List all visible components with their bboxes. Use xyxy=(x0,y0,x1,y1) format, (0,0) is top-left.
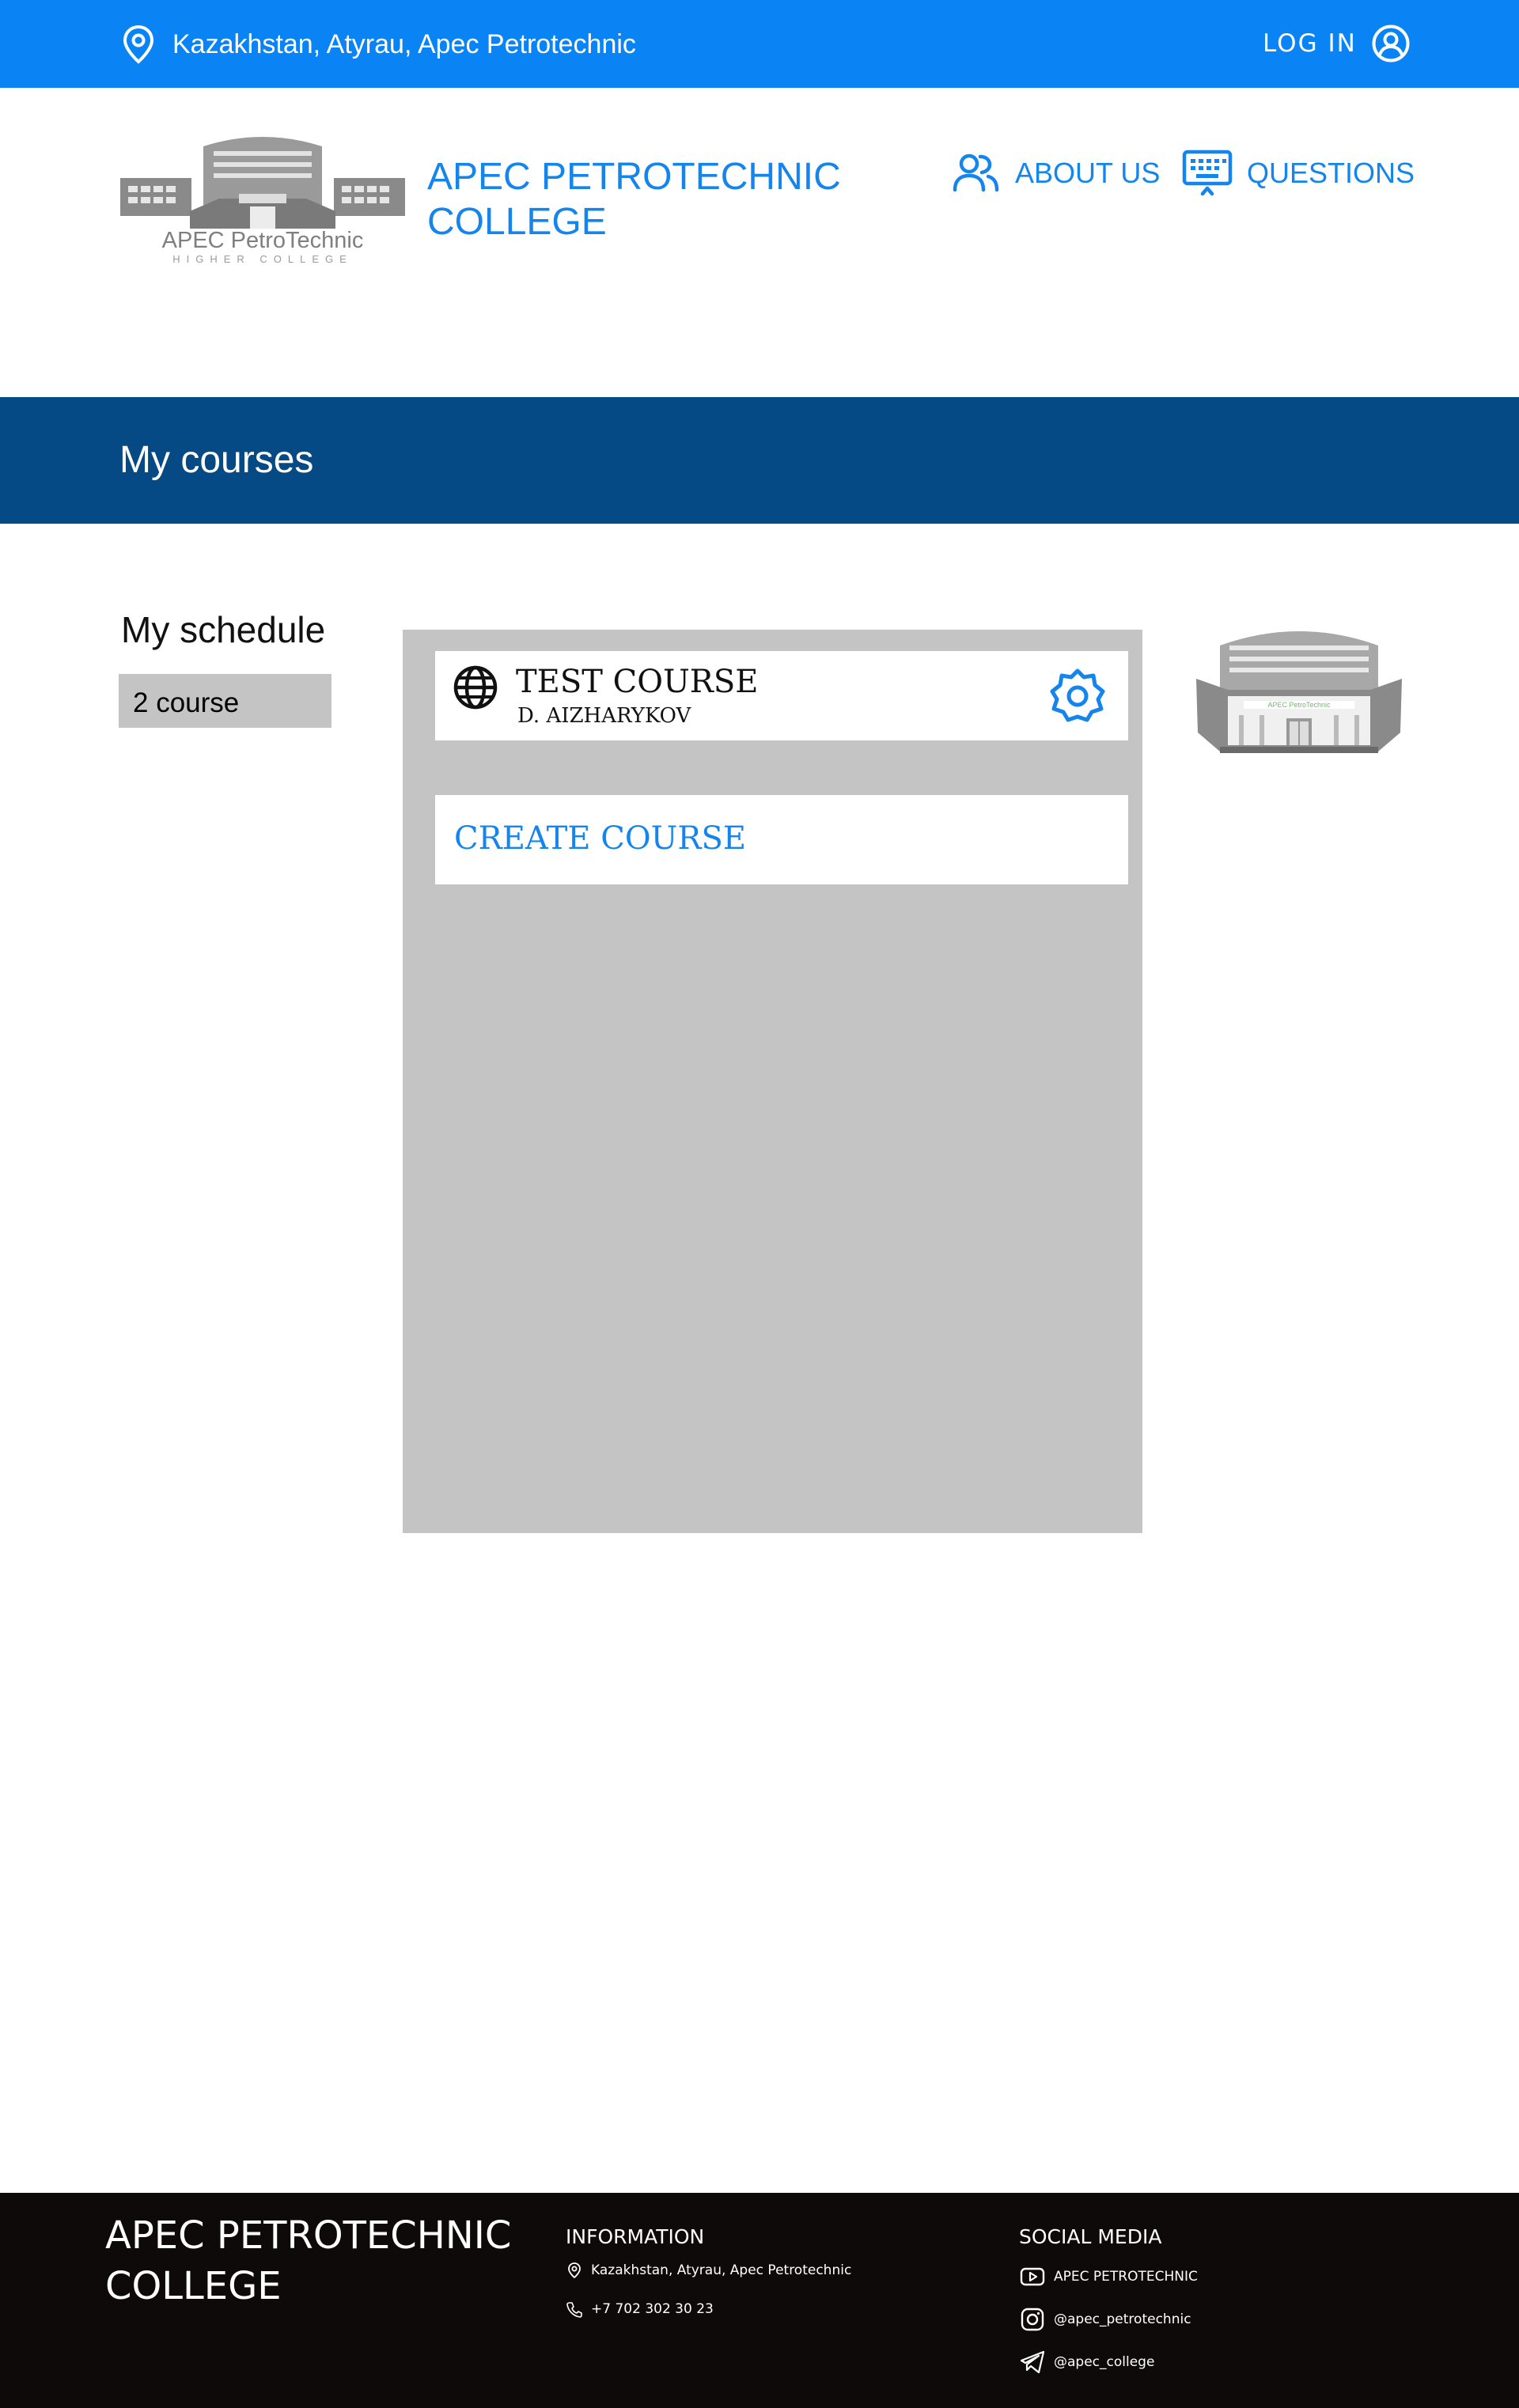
footer-title: APEC PETROTECHNIC COLLEGE xyxy=(105,2210,548,2311)
user-circle-icon xyxy=(1372,25,1410,62)
telegram-icon xyxy=(1020,2350,1045,2374)
social-youtube-label: APEC PETROTECHNIC xyxy=(1054,2269,1198,2285)
social-telegram-label: @apec_college xyxy=(1054,2354,1155,2370)
create-course-label: CREATE COURSE xyxy=(454,820,747,857)
footer-info-heading: INFORMATION xyxy=(566,2225,705,2248)
social-instagram-label: @apec_petrotechnic xyxy=(1054,2311,1191,2327)
schedule-title: My schedule xyxy=(121,609,326,650)
course-title: TEST COURSE xyxy=(516,664,759,700)
course-teacher: D. AIZHARYKOV xyxy=(517,704,691,728)
youtube-icon xyxy=(1020,2267,1045,2286)
logo-subtext: HIGHER COLLEGE xyxy=(172,253,353,265)
users-icon xyxy=(953,153,999,192)
phone-icon xyxy=(566,2302,582,2318)
login-label: LOG IN xyxy=(1263,29,1357,58)
footer-phone-text: +7 702 302 30 23 xyxy=(591,2301,714,2317)
social-instagram-link[interactable]: @apec_petrotechnic xyxy=(1019,2306,1191,2333)
location-text: Kazakhstan, Atyrau, Apec Petrotechnic xyxy=(172,29,636,59)
footer-phone: +7 702 302 30 23 xyxy=(566,2296,714,2323)
login-button[interactable]: LOG IN xyxy=(1263,22,1411,65)
nav-about-us[interactable]: ABOUT US xyxy=(952,149,1160,198)
instagram-icon xyxy=(1021,2308,1044,2331)
footer-social-heading: SOCIAL MEDIA xyxy=(1019,2225,1162,2248)
footer-title-line1: APEC PETROTECHNIC xyxy=(105,2213,512,2258)
footer-address-text: Kazakhstan, Atyrau, Apec Petrotechnic xyxy=(591,2262,852,2278)
globe-icon xyxy=(453,665,498,710)
nav-questions[interactable]: QUESTIONS xyxy=(1182,149,1415,198)
college-title: APEC PETROTECHNIC COLLEGE xyxy=(427,154,870,244)
building-sign-text: APEC PetroTechnic xyxy=(1267,701,1331,709)
college-title-line2: COLLEGE xyxy=(427,201,607,243)
footer-address: Kazakhstan, Atyrau, Apec Petrotechnic xyxy=(566,2257,851,2284)
courses-panel xyxy=(403,630,1142,1533)
college-building-image: APEC PetroTechnic xyxy=(1196,631,1402,753)
gear-icon[interactable] xyxy=(1049,668,1106,725)
footer-title-line2: COLLEGE xyxy=(105,2264,282,2308)
page-title: My courses xyxy=(119,439,314,481)
nav-questions-label: QUESTIONS xyxy=(1247,157,1415,189)
logo-text: APEC PetroTechnic xyxy=(162,228,364,253)
social-telegram-link[interactable]: @apec_college xyxy=(1019,2349,1154,2376)
college-title-line1: APEC PETROTECHNIC xyxy=(427,156,841,198)
map-pin-icon xyxy=(568,2262,581,2279)
map-pin-icon xyxy=(123,25,154,64)
schedule-item[interactable]: 2 course xyxy=(119,674,331,728)
social-youtube-link[interactable]: APEC PETROTECHNIC xyxy=(1019,2263,1198,2290)
college-logo: APEC PetroTechnic HIGHER COLLEGE xyxy=(120,137,405,265)
nav-about-us-label: ABOUT US xyxy=(1015,157,1161,189)
keyboard-icon xyxy=(1182,150,1233,196)
